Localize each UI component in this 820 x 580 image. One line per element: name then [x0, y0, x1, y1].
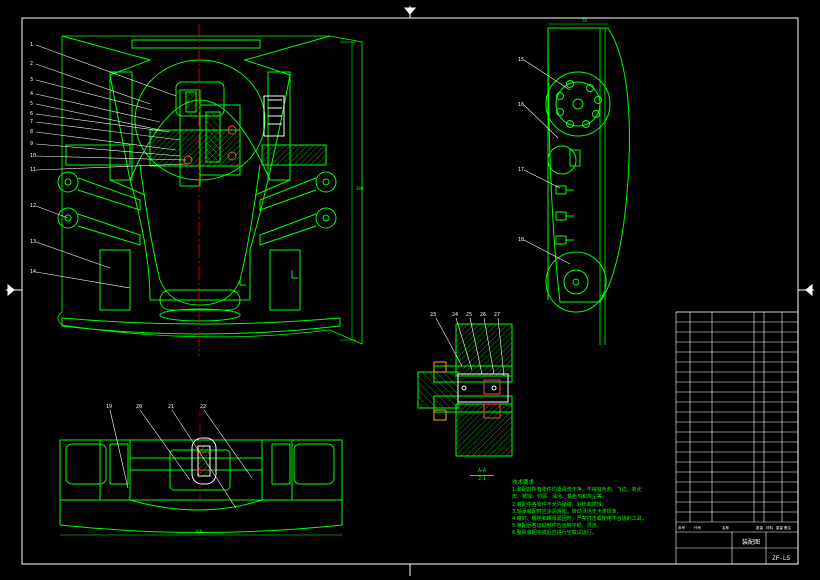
front-view-callout: 5: [30, 101, 33, 107]
section-view-callout: 23: [430, 312, 436, 318]
front-view-callout: 7: [30, 119, 33, 125]
side-view: [545, 23, 630, 345]
parts-header-cell: 序号: [678, 525, 686, 530]
parts-header-cell: 材料: [766, 525, 774, 530]
parts-header-cell: 名称: [722, 525, 730, 530]
note-line: 6.整机装配完成后应进行空载试运行。: [512, 530, 597, 537]
front-view-callout: 6: [30, 111, 33, 117]
plan-width-value: 360: [195, 529, 203, 534]
section-view: [417, 323, 513, 457]
note-line: 3.轴承装配时应涂润滑脂，转动灵活无卡滞现象。: [512, 508, 622, 515]
front-view-callout: 2: [30, 61, 33, 67]
plan-view-callout: 22: [200, 404, 206, 410]
drawing-number: ZF-LS: [772, 555, 790, 562]
side-view-callout: 17: [518, 167, 524, 173]
section-view-callout: 26: [480, 312, 486, 318]
parts-header-cell: 数量: [756, 525, 764, 530]
plan-view-callout: 21: [168, 404, 174, 410]
front-view-callout: 10: [30, 153, 36, 159]
parts-header-cell: 备注: [784, 525, 792, 530]
note-line: 皮、锈蚀、切屑、油污、着色剂和灰尘等。: [512, 494, 608, 501]
note-line: 2.装配中各零件不允许磕碰、划伤和锈蚀。: [512, 501, 607, 508]
side-leaders: [523, 59, 571, 265]
front-height-dimension: [340, 41, 356, 341]
plan-view-callout: 19: [106, 404, 112, 410]
plan-leaders: [109, 409, 253, 509]
side-view-callout: 16: [518, 102, 524, 108]
parts-header-cell: 重量: [776, 525, 784, 530]
technical-notes: 技术要求 1.装配前所有零件均需清洗干净，不得有毛刺、飞边、氧化 皮、锈蚀、切屑…: [512, 480, 662, 538]
plan-view-callout: 20: [136, 404, 142, 410]
front-view-callout: 14: [30, 269, 36, 275]
front-view: [57, 35, 363, 345]
front-view-callout: 4: [30, 91, 33, 97]
front-view-callout: 13: [30, 239, 36, 245]
section-scale: 2:1: [470, 475, 494, 482]
drawing-frame: [6, 6, 814, 576]
front-view-callout: 11: [30, 167, 36, 173]
section-view-callout: 27: [494, 312, 500, 318]
side-view-callout: 15: [518, 57, 524, 63]
plan-view: [59, 410, 343, 536]
side-top-dimension-value: 50: [582, 18, 587, 23]
front-view-callout: 12: [30, 203, 36, 209]
section-label: A-A 2:1: [470, 468, 494, 482]
front-view-callout: 9: [30, 141, 33, 147]
height-dimension-value: 380: [356, 186, 364, 191]
parts-list-rows: 序号 代号 名称 数量 材料 重量 备注: [676, 311, 798, 530]
front-view-callout: 3: [30, 77, 33, 83]
front-view-callout: 8: [30, 129, 33, 135]
engineering-drawing: 序号 代号 名称 数量 材料 重量 备注 1234567891011121314151617…: [6, 6, 814, 576]
drawing-title: 装配图: [742, 538, 760, 546]
section-view-callout: 24: [452, 312, 458, 318]
section-name: A-A: [477, 468, 487, 474]
callout-labels: 12345678910111213141516171819 20 21 2223 24 2…: [30, 42, 524, 410]
front-view-callout: 1: [30, 42, 33, 48]
side-view-callout: 18: [518, 237, 524, 243]
parts-header-cell: 代号: [694, 525, 702, 530]
section-view-callout: 25: [466, 312, 472, 318]
